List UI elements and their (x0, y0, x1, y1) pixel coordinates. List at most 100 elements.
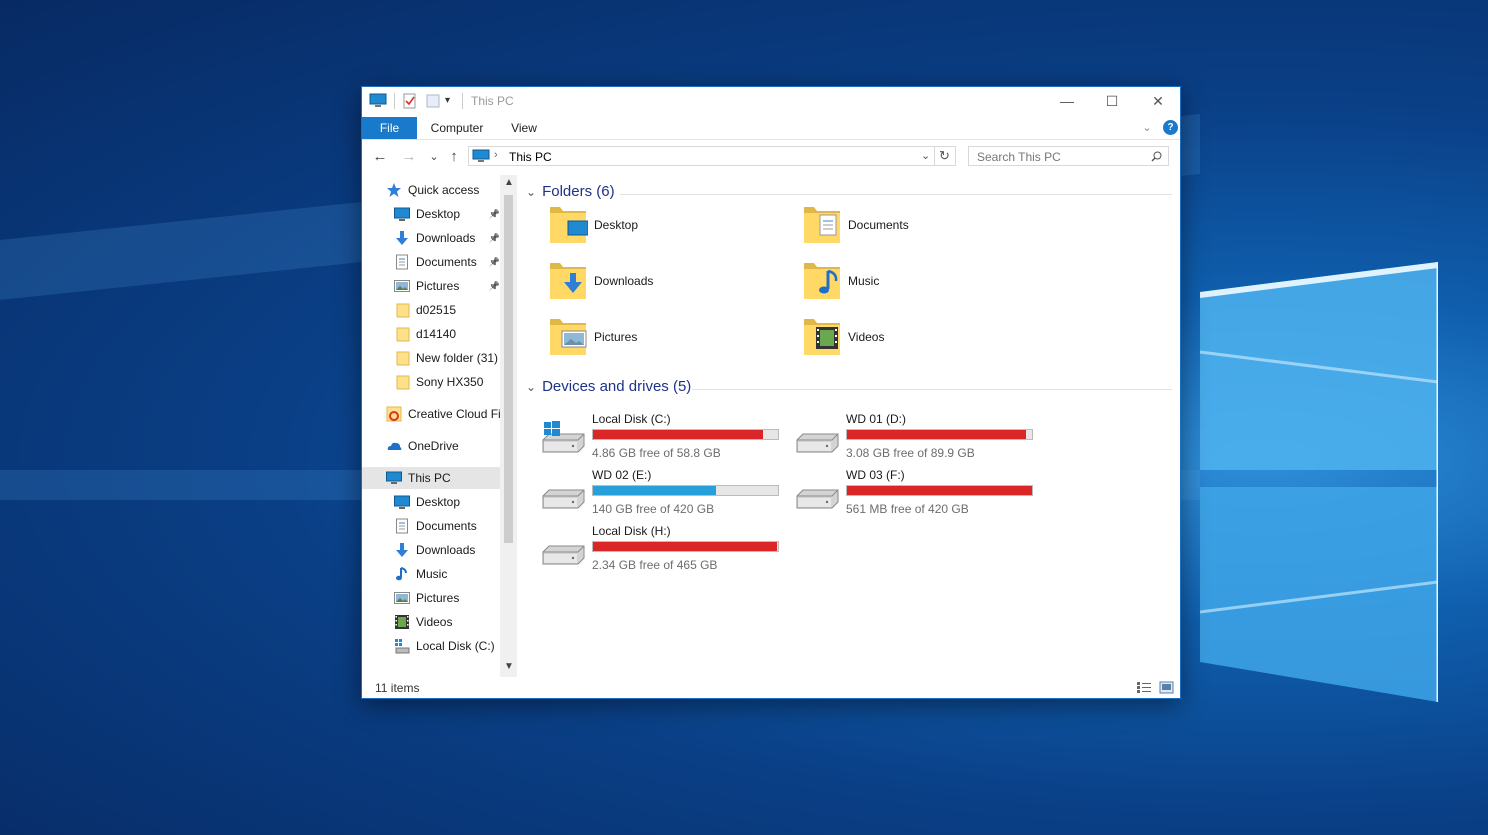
sidebar-item-pictures[interactable]: Pictures (394, 587, 500, 609)
new-folder-icon[interactable] (425, 93, 441, 109)
folder-icon (394, 326, 410, 342)
sidebar-item-downloads[interactable]: Downloads (394, 539, 500, 561)
sidebar-item-documents[interactable]: Documents (394, 515, 500, 537)
sidebar-item-onedrive[interactable]: OneDrive (386, 435, 500, 457)
sidebar-item-label: OneDrive (408, 439, 459, 453)
picture-icon (394, 278, 410, 294)
minimize-button[interactable]: — (1044, 87, 1090, 115)
drive-usage-fill (847, 486, 1032, 495)
drive-usage-bar (592, 429, 779, 440)
chevron-down-icon: ⌄ (526, 379, 537, 394)
sidebar-item-creative-cloud-fil[interactable]: Creative Cloud Fil (386, 403, 504, 425)
sidebar-item-videos[interactable]: Videos (394, 611, 500, 633)
computer-icon (369, 93, 387, 107)
sidebar-item-label: Documents (416, 255, 477, 269)
sidebar-item-pictures[interactable]: Pictures 📌 (394, 275, 500, 297)
tab-computer[interactable]: Computer (424, 117, 490, 139)
drive-name: Local Disk (H:) (592, 524, 671, 538)
close-button[interactable]: ✕ (1135, 87, 1181, 115)
properties-icon[interactable] (402, 93, 418, 109)
breadcrumb[interactable]: This PC (509, 150, 552, 164)
sidebar-item-desktop[interactable]: Desktop 📌 (394, 203, 500, 225)
folder-label: Videos (848, 330, 885, 344)
folder-tile-pictures[interactable]: Pictures (548, 315, 637, 359)
creative-cloud-icon (386, 406, 402, 422)
folder-label: Pictures (594, 330, 638, 344)
scroll-up-icon[interactable]: ▲ (504, 177, 514, 188)
nav-scrollbar[interactable]: ▲ ▼ (500, 175, 517, 677)
scrollbar-thumb[interactable] (504, 195, 513, 543)
sidebar-item-d02515[interactable]: d02515 (394, 299, 500, 321)
details-view-icon[interactable] (1136, 681, 1152, 694)
help-icon[interactable]: ? (1163, 120, 1178, 135)
sidebar-item-label: Music (416, 567, 448, 581)
expand-ribbon-icon[interactable]: ⌄ (1140, 117, 1154, 139)
sidebar-item-label: Creative Cloud Fil (408, 407, 504, 421)
sidebar-item-label: Desktop (416, 207, 461, 221)
folder-tile-videos[interactable]: Videos (802, 315, 884, 359)
folders-group-header[interactable]: ⌄ Folders (6) (526, 183, 615, 200)
sidebar-item-label: Sony HX350 (416, 375, 484, 389)
sidebar-item-sony-hx350[interactable]: Sony HX350 (394, 371, 500, 393)
hard-drive-icon (796, 489, 839, 509)
search-input[interactable] (975, 147, 1149, 167)
up-button[interactable]: ↑ (445, 147, 463, 167)
onedrive-icon (386, 438, 402, 454)
tab-file[interactable]: File (362, 117, 417, 139)
address-dropdown-icon[interactable]: ⌄ (921, 149, 930, 162)
drive-tile[interactable]: WD 02 (E:) 140 GB free of 420 GB (540, 468, 800, 520)
hard-drive-icon (796, 433, 839, 453)
drives-group-header[interactable]: ⌄ Devices and drives (5) (526, 378, 691, 395)
recent-locations-button[interactable]: ⌄ (425, 147, 443, 167)
download-icon (394, 542, 410, 558)
search-box[interactable] (968, 146, 1169, 167)
desktop-folder-icon (550, 207, 588, 243)
drive-tile[interactable]: Local Disk (H:) 2.34 GB free of 465 GB (540, 524, 800, 576)
sidebar-item-new-folder-31[interactable]: New folder (31) (394, 347, 500, 369)
sidebar-item-label: d02515 (416, 303, 457, 317)
drive-tile[interactable]: WD 03 (F:) 561 MB free of 420 GB (794, 468, 1054, 520)
drive-tile[interactable]: Local Disk (C:) 4.86 GB free of 58.8 GB (540, 412, 800, 464)
search-icon[interactable] (1151, 151, 1162, 162)
sidebar-item-label: Local Disk (C:) (416, 639, 495, 653)
refresh-button[interactable]: ↻ (934, 146, 954, 166)
sidebar-item-quick-access[interactable]: Quick access (386, 179, 500, 201)
sidebar-item-d14140[interactable]: d14140 (394, 323, 500, 345)
back-button[interactable]: ← (371, 147, 389, 167)
customize-toolbar-icon[interactable]: ▾ (445, 93, 455, 109)
sidebar-item-this-pc[interactable]: This PC (362, 467, 516, 489)
sidebar-item-label: This PC (408, 471, 451, 485)
scroll-down-icon[interactable]: ▼ (504, 661, 514, 672)
folder-label: Music (848, 274, 880, 288)
sidebar-item-local-disk-c[interactable]: Local Disk (C:) (394, 635, 500, 657)
drive-name: WD 02 (E:) (592, 468, 652, 482)
sidebar-item-downloads[interactable]: Downloads 📌 (394, 227, 500, 249)
drive-free-space: 2.34 GB free of 465 GB (592, 558, 718, 572)
drive-tile[interactable]: WD 01 (D:) 3.08 GB free of 89.9 GB (794, 412, 1054, 464)
status-bar: 11 items (362, 679, 1180, 699)
sidebar-item-label: Downloads (416, 231, 476, 245)
folder-label: Downloads (594, 274, 654, 288)
ribbon: File Computer View ⌄ ? (362, 117, 1180, 140)
sidebar-item-documents[interactable]: Documents 📌 (394, 251, 500, 273)
item-count: 11 items (375, 681, 420, 695)
folder-tile-music[interactable]: Music (802, 259, 879, 303)
document-icon (394, 254, 410, 270)
sidebar-item-desktop[interactable]: Desktop (394, 491, 500, 513)
sidebar-item-music[interactable]: Music (394, 563, 500, 585)
divider (462, 93, 463, 109)
drive-usage-bar (846, 485, 1033, 496)
divider (394, 93, 395, 109)
folder-icon (394, 374, 410, 390)
folder-tile-desktop[interactable]: Desktop (548, 203, 638, 247)
tab-view[interactable]: View (504, 117, 544, 139)
folder-tile-downloads[interactable]: Downloads (548, 259, 653, 303)
folder-label: Documents (848, 218, 909, 232)
folder-tile-documents[interactable]: Documents (802, 203, 909, 247)
drive-usage-fill (593, 430, 763, 439)
address-bar[interactable]: › This PC ⌄ (468, 146, 956, 166)
maximize-button[interactable]: ☐ (1089, 87, 1135, 115)
drive-free-space: 561 MB free of 420 GB (846, 502, 969, 516)
large-icons-view-icon[interactable] (1159, 681, 1174, 694)
forward-button[interactable]: → (400, 147, 418, 167)
